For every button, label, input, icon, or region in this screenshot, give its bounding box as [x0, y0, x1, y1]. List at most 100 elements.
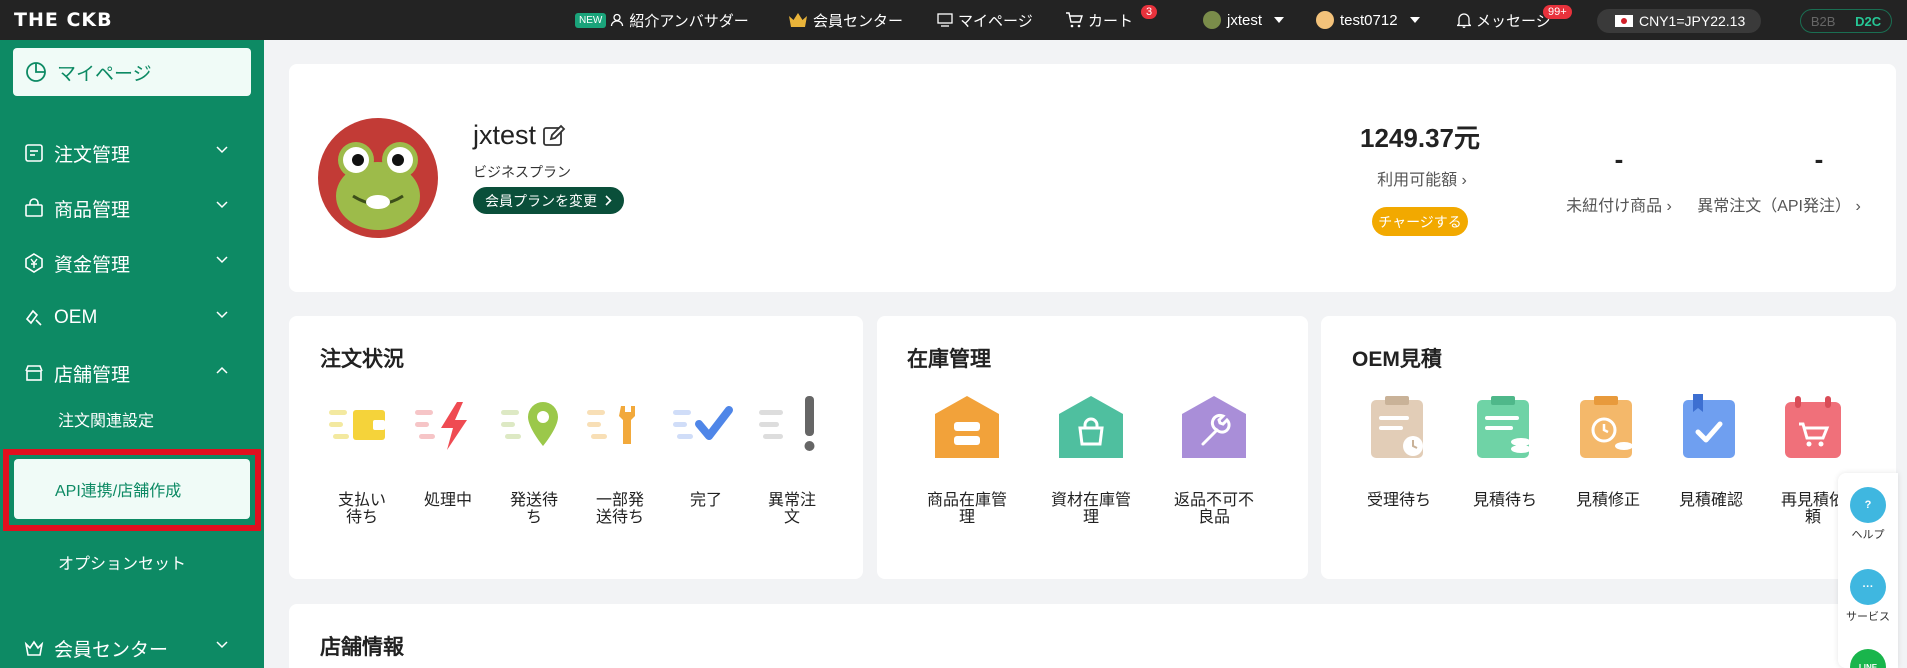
- sidebar-item-oem[interactable]: OEM: [0, 298, 264, 338]
- japan-flag-icon: [1615, 15, 1633, 27]
- help-button[interactable]: ? ヘルプ: [1838, 487, 1898, 542]
- cart-link[interactable]: カート 3: [1065, 0, 1158, 40]
- wrench-house-icon: [1182, 396, 1246, 458]
- oem-tile-awaiting-quote[interactable]: [1475, 394, 1535, 465]
- mode-d2c[interactable]: D2C: [1855, 14, 1881, 29]
- store-info-card: 店舗情報: [289, 604, 1896, 668]
- clipboard-refresh-icon: [1580, 396, 1633, 458]
- sidebar-item-label: 商品管理: [54, 199, 131, 221]
- avatar: [1316, 11, 1334, 29]
- change-plan-button[interactable]: 会員プランを変更: [473, 187, 624, 214]
- balance-value: 1249.37元: [1360, 123, 1480, 153]
- chevron-down-icon: [216, 201, 228, 209]
- sidebar: マイページ 注文管理 商品管理 資金管理 OEM 店舗管理 注文関連設定 オプシ…: [0, 40, 264, 668]
- clipboard-check-icon: [1683, 394, 1735, 458]
- inventory-card: 在庫管理 商品在庫管理 資材在庫管理 返品不可不 良品: [877, 316, 1308, 579]
- tile-label: 支払い 待ち: [337, 492, 386, 526]
- exclamation-icon: [759, 396, 815, 451]
- member-center-label: 会員センター: [813, 12, 904, 30]
- tile-label: 発送待ち: [509, 492, 558, 526]
- mypage-label: マイページ: [57, 63, 152, 85]
- wrench-icon: [587, 404, 635, 444]
- bag-icon: [22, 196, 46, 220]
- tile-label: 完了: [689, 492, 722, 509]
- balance-label-link[interactable]: 利用可能額 ›: [1372, 166, 1472, 190]
- lightning-icon: [415, 402, 467, 450]
- line-button[interactable]: LINE: [1838, 649, 1898, 668]
- crown-outline-icon: [22, 636, 46, 660]
- oem-tile-quote-revision[interactable]: [1578, 394, 1638, 465]
- charge-button[interactable]: チャージする: [1372, 207, 1468, 236]
- help-label: ヘルプ: [1851, 529, 1885, 541]
- caret-down-icon: [1274, 17, 1285, 23]
- sidebar-item-funds[interactable]: 資金管理: [0, 243, 264, 283]
- tile-label: 資材在庫管理: [1050, 492, 1131, 526]
- ambassador-label: 紹介アンバサダー: [629, 12, 749, 30]
- sidebar-subitem-option-set[interactable]: オプションセット: [58, 550, 186, 574]
- sidebar-item-label: 注文管理: [54, 144, 131, 166]
- balance-label: 利用可能額: [1377, 172, 1458, 189]
- oem-quote-card: OEM見積 受理待ち 見積待ち 見積修正 見積確認 再見積依頼: [1321, 316, 1896, 579]
- abnormal-label: 異常注文（API発注）: [1697, 198, 1851, 215]
- tile-label: 返品不可不 良品: [1173, 492, 1254, 526]
- oem-icon: [22, 306, 46, 330]
- chevron-down-icon: [216, 146, 228, 154]
- tile-label: 一部発 送待ち: [595, 492, 644, 526]
- edit-icon[interactable]: [542, 124, 566, 148]
- shopping-bag-icon: [1059, 396, 1123, 458]
- chevron-down-icon: [216, 311, 228, 319]
- order-tile-awaiting-shipment[interactable]: [499, 396, 569, 459]
- mode-toggle[interactable]: B2B D2C: [1800, 9, 1892, 33]
- tile-label: 見積待ち: [1472, 492, 1537, 509]
- oem-tile-awaiting-acceptance[interactable]: [1369, 394, 1429, 465]
- sidebar-subitem-api-store[interactable]: API連携/店舗作成: [14, 459, 250, 519]
- exchange-rate[interactable]: CNY1=JPY22.13: [1597, 9, 1761, 33]
- app-logo[interactable]: THE CKB: [14, 9, 113, 31]
- sidebar-item-label: 店舗管理: [54, 364, 131, 386]
- abnormal-value: -: [1814, 144, 1824, 174]
- mode-b2b[interactable]: B2B: [1811, 14, 1836, 29]
- chevron-down-icon: [216, 256, 228, 264]
- user1-label: jxtest: [1227, 11, 1263, 29]
- oem-tile-quote-confirm[interactable]: [1681, 394, 1741, 465]
- sidebar-item-orders[interactable]: 注文管理: [0, 133, 264, 173]
- abnormal-label-link[interactable]: 異常注文（API発注） ›: [1679, 192, 1879, 216]
- cart-label: カート: [1088, 12, 1134, 30]
- bell-icon: [1457, 13, 1471, 28]
- username-label: jxtest: [473, 120, 537, 150]
- sidebar-item-products[interactable]: 商品管理: [0, 188, 264, 228]
- check-icon: [673, 406, 733, 440]
- order-tile-abnormal[interactable]: [757, 396, 827, 459]
- mypage-link[interactable]: マイページ: [937, 0, 1033, 40]
- unlinked-value: -: [1614, 144, 1624, 174]
- order-tile-processing[interactable]: [413, 396, 483, 459]
- cart-icon: [1066, 12, 1083, 28]
- chevron-right-icon: [605, 195, 612, 206]
- inventory-tile-material[interactable]: [1056, 394, 1126, 465]
- avatar[interactable]: [318, 118, 438, 238]
- user-menu-jxtest[interactable]: jxtest: [1203, 0, 1285, 40]
- user-icon: [611, 13, 624, 27]
- avatar: [1203, 11, 1221, 29]
- profile-card: jxtest ビジネスプラン 会員プランを変更 1249.37元 利用可能額 ›…: [289, 64, 1896, 292]
- top-bar: THE CKB NEW 紹介アンバサダー 会員センター マイページ カート 3 …: [0, 0, 1907, 40]
- member-center-link[interactable]: 会員センター: [788, 0, 903, 40]
- inventory-title: 在庫管理: [907, 348, 991, 371]
- sidebar-item-store[interactable]: 店舗管理: [0, 353, 264, 393]
- inventory-tile-product[interactable]: [932, 394, 1002, 465]
- order-tile-awaiting-payment[interactable]: [327, 396, 397, 459]
- messages-link[interactable]: メッセージ 99+: [1457, 0, 1572, 40]
- sidebar-subitem-order-settings[interactable]: 注文関連設定: [58, 407, 154, 431]
- oem-tile-requote[interactable]: [1783, 394, 1843, 465]
- service-button[interactable]: ··· サービス: [1838, 569, 1898, 624]
- order-tile-completed[interactable]: [671, 396, 741, 459]
- sidebar-item-mypage[interactable]: マイページ: [13, 48, 251, 96]
- sidebar-item-member-center[interactable]: 会員センター: [0, 628, 264, 668]
- profile-username: jxtest: [473, 120, 566, 151]
- order-tile-partial-shipment[interactable]: [585, 396, 655, 459]
- account-menu-test0712[interactable]: test0712: [1316, 0, 1420, 40]
- cart-count-badge: 3: [1141, 5, 1158, 19]
- inventory-tile-returns[interactable]: [1179, 394, 1249, 465]
- ambassador-link[interactable]: NEW 紹介アンバサダー: [575, 0, 749, 40]
- sidebar-item-label: 会員センター: [54, 639, 169, 661]
